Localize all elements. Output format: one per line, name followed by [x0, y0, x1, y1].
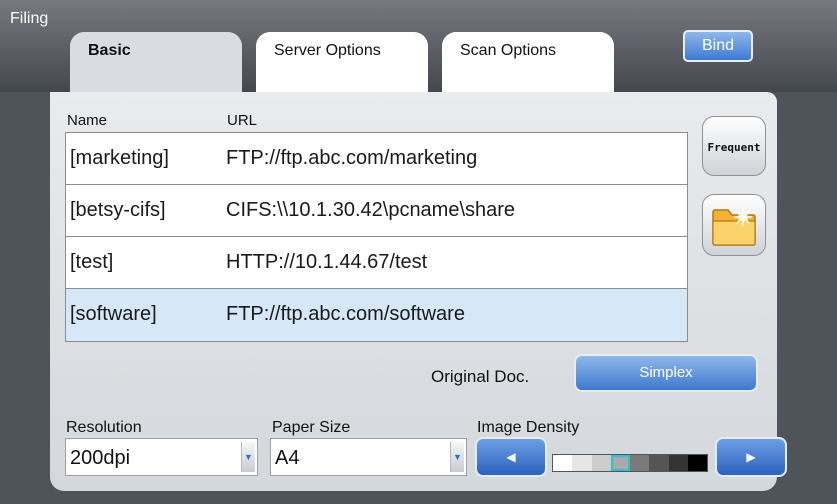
image-density-label: Image Density [477, 419, 580, 436]
density-level-cell [668, 455, 688, 471]
frequent-button[interactable]: Frequent [702, 116, 766, 176]
chevron-down-icon[interactable]: ▼ [450, 442, 464, 472]
item-url: FTP://ftp.abc.com/marketing [226, 147, 478, 169]
list-item[interactable]: [betsy-cifs] CIFS:\\10.1.30.42\pcname\sh… [66, 185, 687, 237]
original-doc-label: Original Doc. [431, 367, 530, 386]
column-header-url: URL [227, 112, 258, 129]
density-level-cell [630, 455, 650, 471]
item-url: CIFS:\\10.1.30.42\pcname\share [226, 199, 516, 221]
resolution-label: Resolution [66, 419, 142, 436]
header-bar: Filing Basic Server Options Scan Options… [0, 0, 837, 92]
screen-title: Filing [10, 10, 49, 27]
item-name: [test] [70, 251, 114, 273]
density-level-cell [553, 455, 573, 471]
tab-server-options[interactable]: Server Options [256, 32, 428, 92]
paper-size-select[interactable]: A4 ▼ [270, 438, 467, 476]
density-level-cell [572, 455, 592, 471]
density-level-cell [591, 455, 611, 471]
density-level-cell [687, 455, 707, 471]
list-item[interactable]: [marketing] FTP://ftp.abc.com/marketing [66, 133, 687, 185]
column-header-name: Name [67, 112, 108, 129]
item-name: [marketing] [70, 147, 169, 169]
item-url: FTP://ftp.abc.com/software [226, 303, 465, 325]
item-name: [software] [70, 303, 157, 325]
item-url: HTTP://10.1.44.67/test [226, 251, 428, 273]
list-item[interactable]: [test] HTTP://10.1.44.67/test [66, 237, 687, 289]
density-increase-button[interactable]: ▶ [715, 437, 787, 477]
arrow-right-icon: ▶ [746, 450, 756, 464]
paper-size-label: Paper Size [272, 419, 351, 436]
resolution-select[interactable]: 200dpi ▼ [65, 438, 258, 476]
density-level-cell [610, 455, 630, 471]
chevron-down-icon[interactable]: ▼ [241, 442, 255, 472]
tab-scan-options[interactable]: Scan Options [442, 32, 614, 92]
bind-button[interactable]: Bind [683, 30, 753, 62]
simplex-button[interactable]: Simplex [574, 354, 758, 392]
density-scale [552, 454, 708, 472]
filing-screen: Filing Basic Server Options Scan Options… [0, 0, 837, 504]
folder-button[interactable] [702, 194, 766, 256]
item-name: [betsy-cifs] [70, 199, 166, 221]
resolution-value: 200dpi [70, 447, 131, 469]
destination-list: [marketing] FTP://ftp.abc.com/marketing … [65, 132, 688, 342]
paper-size-value: A4 [275, 447, 300, 469]
basic-panel: Name URL [marketing] FTP://ftp.abc.com/m… [50, 92, 787, 491]
density-level-cell [649, 455, 669, 471]
density-decrease-button[interactable]: ◀ [475, 437, 547, 477]
tab-basic[interactable]: Basic [70, 32, 242, 92]
list-item-selected[interactable]: [software] FTP://ftp.abc.com/software [66, 289, 687, 341]
arrow-left-icon: ◀ [506, 450, 516, 464]
folder-icon [712, 208, 756, 246]
